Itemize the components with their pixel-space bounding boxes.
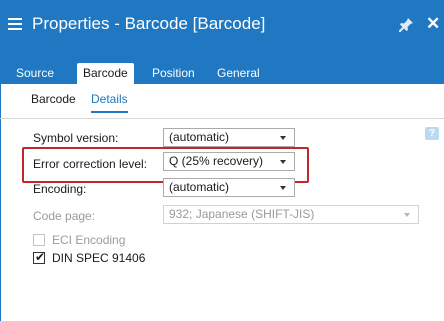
symbol-version-select[interactable]: (automatic): [163, 128, 295, 147]
chevron-down-icon: [280, 186, 286, 190]
subtab-barcode[interactable]: Barcode: [31, 92, 76, 106]
subtab-details[interactable]: Details: [91, 92, 128, 113]
din-spec-label: DIN SPEC 91406: [52, 251, 146, 265]
pin-icon[interactable]: [398, 17, 414, 33]
title-bar: Properties - Barcode [Barcode] ✕: [0, 0, 444, 50]
subtab-bar: Barcode Details: [0, 84, 444, 119]
tab-source[interactable]: Source: [16, 63, 54, 84]
close-icon[interactable]: ✕: [426, 15, 444, 33]
error-correction-value: Q (25% recovery): [169, 154, 264, 168]
code-page-value: 932; Japanese (SHIFT-JIS): [169, 207, 315, 221]
window-title: Properties - Barcode [Barcode]: [32, 14, 266, 33]
encoding-select[interactable]: (automatic): [163, 178, 295, 197]
error-correction-label: Error correction level:: [33, 157, 148, 171]
code-page-label: Code page:: [33, 209, 96, 223]
chevron-down-icon: [404, 213, 410, 217]
symbol-version-value: (automatic): [169, 130, 230, 144]
tab-bar: Source Barcode Position General: [0, 50, 444, 84]
eci-encoding-checkbox[interactable]: [33, 234, 45, 246]
tab-position[interactable]: Position: [152, 63, 195, 84]
panel-edge: [0, 84, 1, 321]
tab-barcode[interactable]: Barcode: [77, 63, 134, 84]
hamburger-menu-icon[interactable]: [8, 18, 22, 30]
symbol-version-label: Symbol version:: [33, 131, 119, 145]
din-spec-checkbox[interactable]: ✔: [33, 250, 46, 264]
checkmark-icon: ✔: [35, 250, 46, 264]
tab-general[interactable]: General: [217, 63, 260, 84]
chevron-down-icon: [280, 160, 286, 164]
encoding-label: Encoding:: [33, 182, 87, 196]
error-correction-select[interactable]: Q (25% recovery): [163, 152, 295, 171]
eci-encoding-label: ECI Encoding: [52, 233, 126, 247]
encoding-value: (automatic): [169, 180, 230, 194]
help-icon[interactable]: ?: [425, 127, 439, 140]
chevron-down-icon: [280, 136, 286, 140]
code-page-select[interactable]: 932; Japanese (SHIFT-JIS): [163, 205, 419, 224]
